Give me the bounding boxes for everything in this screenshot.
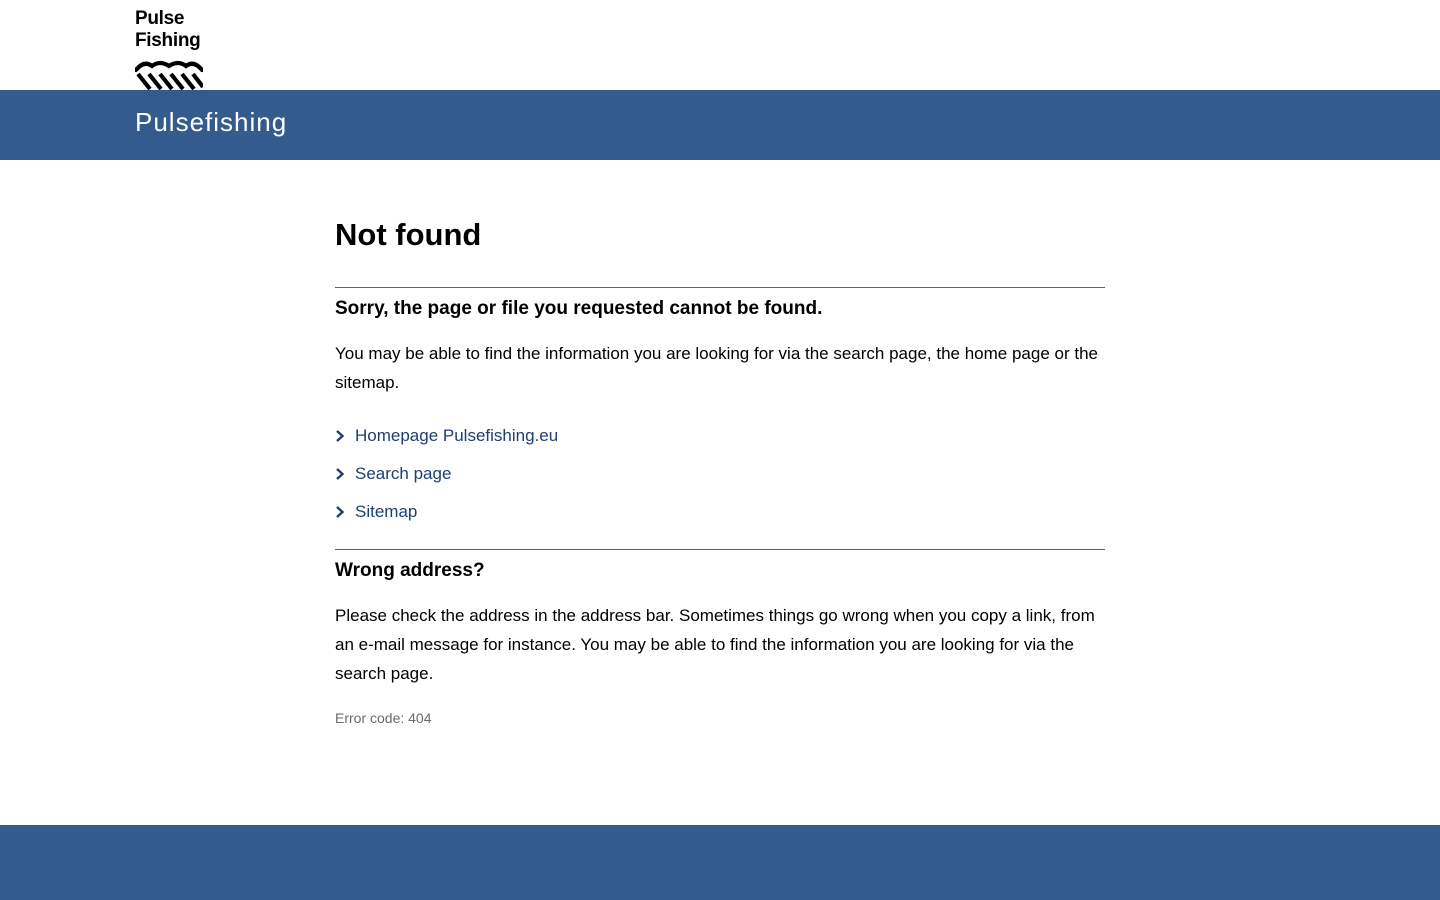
list-item: Sitemap xyxy=(335,493,1105,531)
waves-icon xyxy=(135,60,203,90)
sitemap-link[interactable]: Sitemap xyxy=(355,502,417,522)
section-text-wrong-address: Please check the address in the address … xyxy=(335,606,1095,683)
site-logo[interactable]: Pulse Fishing xyxy=(135,8,207,90)
logo-text-line2: Fishing xyxy=(135,30,201,51)
list-item: Homepage Pulsefishing.eu xyxy=(335,417,1105,455)
help-links-list: Homepage Pulsefishing.eu Search page Sit… xyxy=(335,417,1105,531)
divider xyxy=(335,287,1105,288)
site-footer xyxy=(0,825,1440,900)
chevron-right-icon xyxy=(335,426,355,446)
chevron-right-icon xyxy=(335,464,355,484)
page-title: Not found xyxy=(335,217,482,252)
top-header: Pulse Fishing xyxy=(0,0,1440,90)
error-code: Error code: 404 xyxy=(335,710,432,726)
main-content: Not found Sorry, the page or file you re… xyxy=(335,215,1105,726)
section-heading-not-found: Sorry, the page or file you requested ca… xyxy=(335,298,823,319)
list-item: Search page xyxy=(335,455,1105,493)
homepage-link[interactable]: Homepage Pulsefishing.eu xyxy=(355,426,558,446)
section-text-not-found: You may be able to find the information … xyxy=(335,344,1098,392)
search-page-link[interactable]: Search page xyxy=(355,464,451,484)
section-heading-wrong-address: Wrong address? xyxy=(335,560,485,581)
site-name[interactable]: Pulsefishing xyxy=(135,107,287,138)
chevron-right-icon xyxy=(335,502,355,522)
logo-text-line1: Pulse xyxy=(135,8,185,29)
divider xyxy=(335,549,1105,550)
